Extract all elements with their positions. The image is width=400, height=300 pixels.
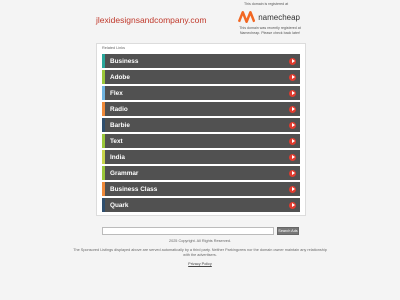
related-link-label: Radio: [110, 105, 128, 113]
accent-stripe: [102, 182, 105, 196]
related-link-item[interactable]: Quark: [102, 198, 300, 212]
related-link-label: Grammar: [110, 169, 139, 177]
search-bar: Search Ads: [102, 227, 299, 235]
accent-stripe: [102, 134, 105, 148]
arrow-right-icon: [289, 105, 296, 113]
related-link-label: Flex: [110, 89, 123, 97]
registrar-note: This domain was recently registered at N…: [239, 26, 301, 35]
arrow-right-icon: [289, 153, 296, 161]
accent-stripe: [102, 198, 105, 212]
arrow-right-icon: [289, 169, 296, 177]
related-link-item[interactable]: Business: [102, 54, 300, 68]
domain-name: jlexidesignsandcompany.com: [96, 15, 207, 25]
related-link-label: Quark: [110, 201, 129, 209]
related-link-item[interactable]: Radio: [102, 102, 300, 116]
related-link-item[interactable]: Grammar: [102, 166, 300, 180]
arrow-right-icon: [289, 121, 296, 129]
related-link-item[interactable]: Business Class: [102, 182, 300, 196]
arrow-right-icon: [289, 185, 296, 193]
accent-stripe: [102, 70, 105, 84]
related-link-item[interactable]: Text: [102, 134, 300, 148]
namecheap-wordmark: namecheap: [258, 12, 300, 22]
related-link-item[interactable]: Barbie: [102, 118, 300, 132]
registered-at-text: This domain is registered at: [244, 2, 289, 6]
related-link-label: Business Class: [110, 185, 158, 193]
related-link-label: Text: [110, 137, 123, 145]
arrow-right-icon: [289, 137, 296, 145]
related-link-label: India: [110, 153, 125, 161]
disclaimer-text: The Sponsored Listings displayed above a…: [73, 248, 327, 257]
related-links-list: Business Adobe Flex Radio Barbie Text India Gra…: [102, 54, 300, 214]
accent-stripe: [102, 102, 105, 116]
arrow-right-icon: [289, 57, 296, 65]
search-ads-button[interactable]: Search Ads: [277, 227, 299, 235]
related-link-item[interactable]: Flex: [102, 86, 300, 100]
related-link-label: Business: [110, 57, 139, 65]
related-links-panel: Related Links Business Adobe Flex Radio Barb…: [96, 43, 306, 216]
privacy-policy-link[interactable]: Privacy Policy: [0, 262, 400, 266]
namecheap-logo[interactable]: namecheap: [238, 8, 300, 26]
search-input[interactable]: [102, 227, 274, 235]
copyright-text: 2025 Copyright. All Rights Reserved.: [168, 239, 232, 243]
arrow-right-icon: [289, 89, 296, 97]
arrow-right-icon: [289, 73, 296, 81]
related-link-item[interactable]: Adobe: [102, 70, 300, 84]
accent-stripe: [102, 166, 105, 180]
accent-stripe: [102, 86, 105, 100]
related-link-label: Barbie: [110, 121, 130, 129]
arrow-right-icon: [289, 201, 296, 209]
accent-stripe: [102, 150, 105, 164]
accent-stripe: [102, 54, 105, 68]
related-links-title: Related Links: [102, 46, 126, 50]
related-link-item[interactable]: India: [102, 150, 300, 164]
namecheap-n-icon: [238, 10, 256, 24]
accent-stripe: [102, 118, 105, 132]
related-link-label: Adobe: [110, 73, 130, 81]
